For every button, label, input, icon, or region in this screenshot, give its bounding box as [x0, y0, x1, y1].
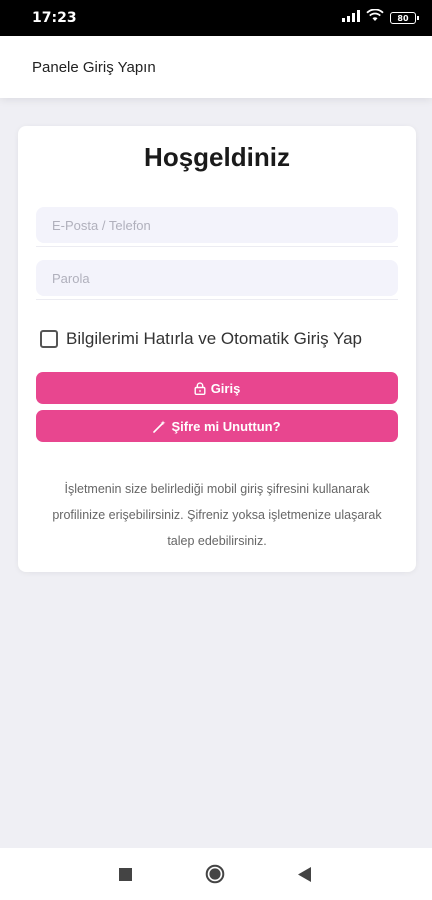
magic-wand-icon — [153, 420, 166, 433]
login-button-label: Giriş — [210, 380, 241, 396]
back-triangle-icon[interactable] — [296, 865, 312, 883]
battery-icon: 80 — [390, 12, 419, 24]
home-circle-icon[interactable] — [205, 864, 225, 884]
forgot-password-button[interactable]: Şifre mi Unuttun? — [36, 410, 398, 442]
divider — [36, 246, 398, 247]
remember-me-checkbox[interactable] — [40, 330, 58, 348]
divider — [36, 299, 398, 300]
login-card: Hoşgeldiniz Bilgilerimi Hatırla ve Otoma… — [18, 126, 416, 572]
status-icons: 80 — [342, 8, 419, 27]
login-button[interactable]: Giriş — [36, 372, 398, 404]
forgot-password-label: Şifre mi Unuttun? — [171, 418, 281, 434]
signal-icon — [342, 9, 360, 27]
status-bar: 17:23 80 — [0, 0, 432, 36]
lock-icon — [194, 381, 206, 395]
remember-me-toggle[interactable]: Bilgilerimi Hatırla ve Otomatik Giriş Ya… — [40, 329, 362, 349]
app-bar-title: Panele Giriş Yapın — [32, 58, 156, 76]
status-time: 17:23 — [32, 10, 77, 26]
app-bar: Panele Giriş Yapın — [0, 36, 432, 98]
email-phone-input[interactable] — [36, 207, 398, 243]
recents-square-icon[interactable] — [117, 866, 133, 882]
wifi-icon — [366, 8, 384, 27]
remember-me-label: Bilgilerimi Hatırla ve Otomatik Giriş Ya… — [66, 329, 363, 348]
system-navigation-bar — [0, 848, 432, 900]
login-info-text: İşletmenin size belirlediği mobil giriş … — [52, 482, 382, 548]
password-input[interactable] — [36, 260, 398, 296]
welcome-title: Hoşgeldiniz — [144, 142, 290, 172]
